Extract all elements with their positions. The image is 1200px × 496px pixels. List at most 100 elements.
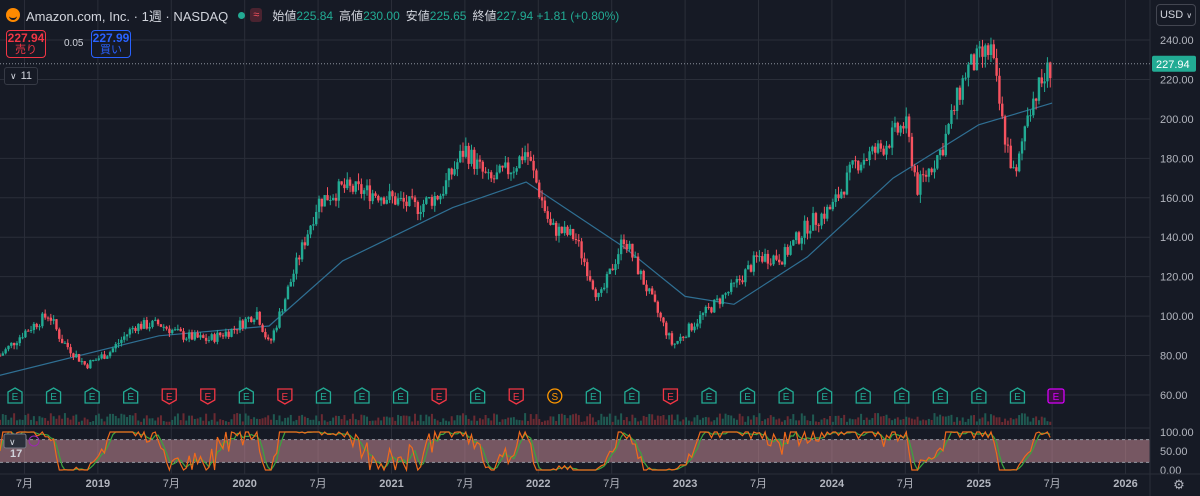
volume-bar: [142, 418, 145, 425]
volume-bar: [651, 414, 654, 425]
chart-area[interactable]: E E E E E E E E E E E E E E S E E E E E E E E E E E E E 240.00 220.0…: [0, 0, 1200, 496]
time-tick-label: 7月: [456, 478, 473, 490]
earnings-marker[interactable]: E: [354, 387, 370, 404]
candle-body: [594, 289, 597, 298]
marker-label: E: [474, 392, 481, 403]
earnings-marker[interactable]: E: [392, 387, 409, 404]
time-tick-label: 2020: [232, 478, 256, 490]
candle-body: [377, 195, 380, 201]
oscillator-band: [0, 439, 1150, 463]
volume-bar: [278, 415, 281, 425]
candle-body: [619, 239, 623, 255]
earnings-marker[interactable]: E: [7, 387, 23, 404]
volume-bar: [992, 415, 995, 425]
candle-body: [0, 355, 2, 357]
earnings-marker[interactable]: E: [817, 387, 833, 404]
candle-body: [385, 199, 388, 204]
candle-body: [995, 58, 998, 76]
volume-bar: [789, 418, 792, 425]
earnings-marker[interactable]: E: [739, 387, 756, 404]
candle-body: [554, 222, 558, 236]
earnings-marker[interactable]: E: [161, 388, 177, 405]
earnings-marker[interactable]: E: [200, 388, 216, 405]
earnings-marker[interactable]: E: [701, 387, 717, 404]
volume-bar: [724, 413, 727, 425]
buy-button[interactable]: 227.99 買い: [91, 30, 131, 58]
wave-icon[interactable]: ≈: [250, 8, 263, 22]
currency-select[interactable]: USD ∨: [1156, 4, 1196, 26]
volume-bar: [670, 414, 673, 425]
earnings-marker[interactable]: E: [1009, 387, 1026, 404]
candle-body: [577, 240, 580, 242]
volume-bar: [594, 421, 597, 425]
earnings-marker[interactable]: E: [45, 387, 62, 404]
volume-bar: [69, 419, 72, 425]
sell-button[interactable]: 227.94 売り: [6, 30, 46, 58]
earnings-marker[interactable]: E: [855, 387, 871, 404]
indicators-toggle-button[interactable]: ∨ 11: [4, 67, 38, 85]
volume-bar: [408, 416, 411, 425]
candle-body: [365, 185, 369, 191]
volume-bar: [727, 415, 730, 425]
candle-body: [450, 168, 453, 175]
volume-bar: [493, 413, 496, 425]
volume-bar: [535, 414, 538, 425]
price-tick-label: 80.00: [1160, 351, 1188, 363]
volume-bar: [61, 418, 64, 425]
split-marker[interactable]: S: [547, 388, 563, 404]
earnings-marker[interactable]: E: [84, 387, 100, 404]
volume-bar: [637, 421, 640, 425]
buy-price: 227.99: [92, 31, 130, 45]
candle-body: [667, 333, 671, 336]
earnings-marker[interactable]: E: [585, 387, 601, 404]
candle-body: [80, 361, 84, 363]
earnings-marker[interactable]: E: [277, 388, 293, 405]
volume-bar: [442, 418, 445, 425]
volume-bar: [704, 416, 707, 425]
price-chart[interactable]: E E E E E E E E E E E E E E S E E E E E E E E E E E E E 240.00 220.0…: [0, 0, 1200, 496]
volume-bar: [730, 415, 733, 425]
volume-bar: [854, 419, 857, 425]
volume-bar: [35, 421, 38, 425]
volume-bar: [975, 421, 978, 425]
volume-bar: [625, 417, 628, 425]
earnings-marker[interactable]: E: [315, 387, 332, 404]
earnings-marker[interactable]: E: [1047, 388, 1065, 404]
candle-body: [252, 319, 256, 323]
tradingview-logo-icon[interactable]: ∨ 17: [2, 432, 42, 460]
volume-bar: [758, 413, 761, 425]
earnings-marker[interactable]: E: [778, 387, 794, 404]
earnings-marker[interactable]: E: [662, 388, 679, 405]
candle-body: [673, 343, 676, 345]
gear-icon[interactable]: ⚙: [1170, 476, 1188, 494]
earnings-marker[interactable]: E: [508, 388, 524, 405]
volume-bar: [298, 415, 301, 425]
candle-body: [168, 328, 171, 334]
volume-bar: [521, 420, 524, 425]
volume-bar: [388, 417, 391, 425]
candle-body: [117, 343, 120, 345]
candle-body: [125, 334, 129, 337]
earnings-marker[interactable]: E: [470, 387, 486, 404]
earnings-marker[interactable]: E: [238, 387, 254, 404]
earnings-marker[interactable]: E: [894, 387, 910, 404]
earnings-marker[interactable]: E: [431, 388, 447, 405]
earnings-marker[interactable]: E: [971, 387, 987, 404]
candle-body: [1026, 115, 1029, 127]
candle-body: [741, 280, 744, 283]
candle-body: [267, 337, 270, 340]
volume-bar: [628, 421, 631, 425]
candle-body: [142, 320, 146, 329]
candle-body: [123, 336, 126, 340]
volume-bar: [484, 414, 487, 425]
candle-body: [893, 122, 897, 128]
symbol-title[interactable]: Amazon.com, Inc. · 1週 · NASDAQ: [26, 6, 228, 25]
earnings-marker[interactable]: E: [123, 387, 139, 404]
volume-bar: [7, 419, 10, 425]
candle-body: [27, 330, 30, 332]
candle-body: [698, 315, 702, 324]
earnings-marker[interactable]: E: [624, 387, 640, 404]
earnings-marker[interactable]: E: [932, 387, 948, 404]
volume-bar: [137, 420, 140, 425]
volume-bar: [439, 421, 442, 425]
